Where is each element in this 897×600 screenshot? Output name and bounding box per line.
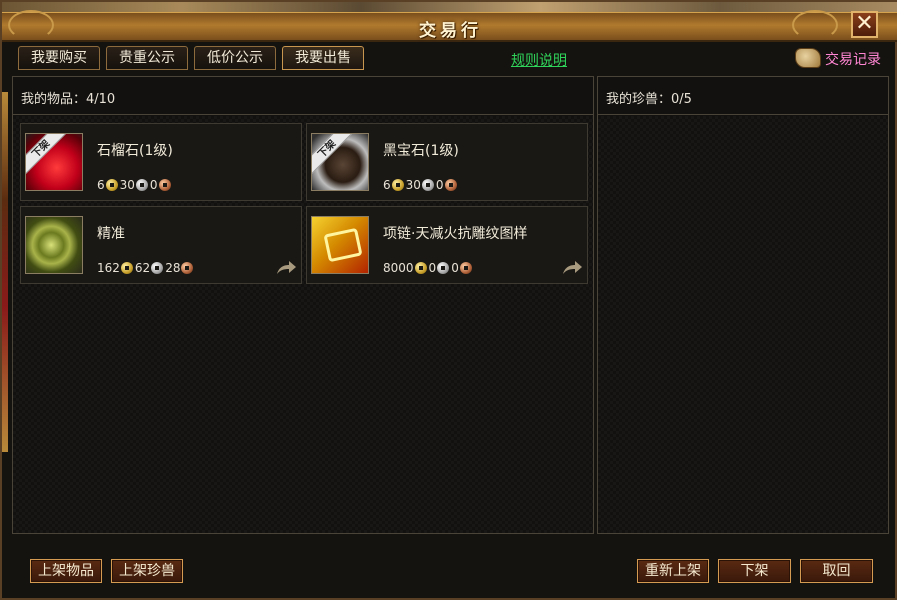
relist-button[interactable]: 重新上架 xyxy=(637,559,709,583)
scroll-icon xyxy=(795,48,821,68)
tab-buy[interactable]: 我要购买 xyxy=(18,46,100,70)
garnet-gem-icon: 下架 xyxy=(25,133,83,191)
my-pets-count: 我的珍兽：0/5 xyxy=(606,92,692,107)
gold-coin-icon xyxy=(120,262,133,274)
list-pet-button[interactable]: 上架珍兽 xyxy=(111,559,183,583)
gold-amount: 162 xyxy=(97,261,120,275)
list-item-button[interactable]: 上架物品 xyxy=(30,559,102,583)
necklace-pattern-icon xyxy=(311,216,369,274)
copper-amount: 0 xyxy=(149,178,158,192)
gold-coin-icon xyxy=(391,179,404,191)
precision-skill-icon xyxy=(25,216,83,274)
my-items-count: 我的物品：4/10 xyxy=(21,92,116,107)
silver-amount: 0 xyxy=(428,261,437,275)
silver-coin-icon xyxy=(151,262,164,274)
gold-coin-icon xyxy=(105,179,118,191)
my-items-panel: 我的物品：4/10 下架 石榴石(1级) 6 30 0 下架 黑宝石(1级) 6… xyxy=(12,76,594,534)
item-price: 8000 0 0 xyxy=(383,260,474,276)
copper-coin-icon xyxy=(459,262,472,274)
rules-link[interactable]: 规则说明 xyxy=(511,50,567,70)
left-edge-decoration xyxy=(2,92,8,452)
item-card[interactable]: 下架 石榴石(1级) 6 30 0 xyxy=(20,123,302,201)
tab-valuable-notice[interactable]: 贵重公示 xyxy=(106,46,188,70)
copper-coin-icon xyxy=(444,179,457,191)
black-gem-icon: 下架 xyxy=(311,133,369,191)
copper-amount: 28 xyxy=(165,261,181,275)
silver-coin-icon xyxy=(135,179,148,191)
retrieve-button[interactable]: 取回 xyxy=(800,559,873,583)
my-pets-panel: 我的珍兽：0/5 xyxy=(597,76,889,534)
item-name: 精准 xyxy=(97,226,125,242)
item-price: 6 30 0 xyxy=(97,177,173,193)
share-arrow-icon[interactable] xyxy=(275,259,297,275)
silver-amount: 30 xyxy=(405,178,421,192)
pets-panel-background xyxy=(598,116,888,533)
trade-record-label: 交易记录 xyxy=(825,52,881,68)
silver-amount: 30 xyxy=(119,178,135,192)
item-name: 项链·天减火抗雕纹图样 xyxy=(383,226,528,242)
gold-amount: 6 xyxy=(97,178,105,192)
item-card[interactable]: 精准 162 62 28 xyxy=(20,206,302,284)
close-button[interactable]: ✕ xyxy=(851,11,878,38)
item-card[interactable]: 项链·天减火抗雕纹图样 8000 0 0 xyxy=(306,206,588,284)
tab-low-price-notice[interactable]: 低价公示 xyxy=(194,46,276,70)
copper-coin-icon xyxy=(181,262,194,274)
silver-coin-icon xyxy=(421,179,434,191)
silver-coin-icon xyxy=(437,262,450,274)
copper-coin-icon xyxy=(158,179,171,191)
trade-window: 交易行 ✕ 我要购买 贵重公示 低价公示 我要出售 规则说明 交易记录 我的物品… xyxy=(0,0,897,600)
gold-amount: 8000 xyxy=(383,261,414,275)
window-title: 交易行 xyxy=(419,21,482,41)
item-name: 黑宝石(1级) xyxy=(383,143,459,159)
copper-amount: 0 xyxy=(435,178,444,192)
gold-amount: 6 xyxy=(383,178,391,192)
my-pets-header: 我的珍兽：0/5 xyxy=(598,77,888,115)
share-arrow-icon[interactable] xyxy=(561,259,583,275)
item-price: 162 62 28 xyxy=(97,260,195,276)
item-card[interactable]: 下架 黑宝石(1级) 6 30 0 xyxy=(306,123,588,201)
tab-sell[interactable]: 我要出售 xyxy=(282,46,364,70)
silver-amount: 62 xyxy=(134,261,151,275)
my-items-header: 我的物品：4/10 xyxy=(13,77,593,115)
delist-button[interactable]: 下架 xyxy=(718,559,791,583)
item-price: 6 30 0 xyxy=(383,177,459,193)
gold-coin-icon xyxy=(414,262,427,274)
item-name: 石榴石(1级) xyxy=(97,143,173,159)
copper-amount: 0 xyxy=(451,261,459,275)
